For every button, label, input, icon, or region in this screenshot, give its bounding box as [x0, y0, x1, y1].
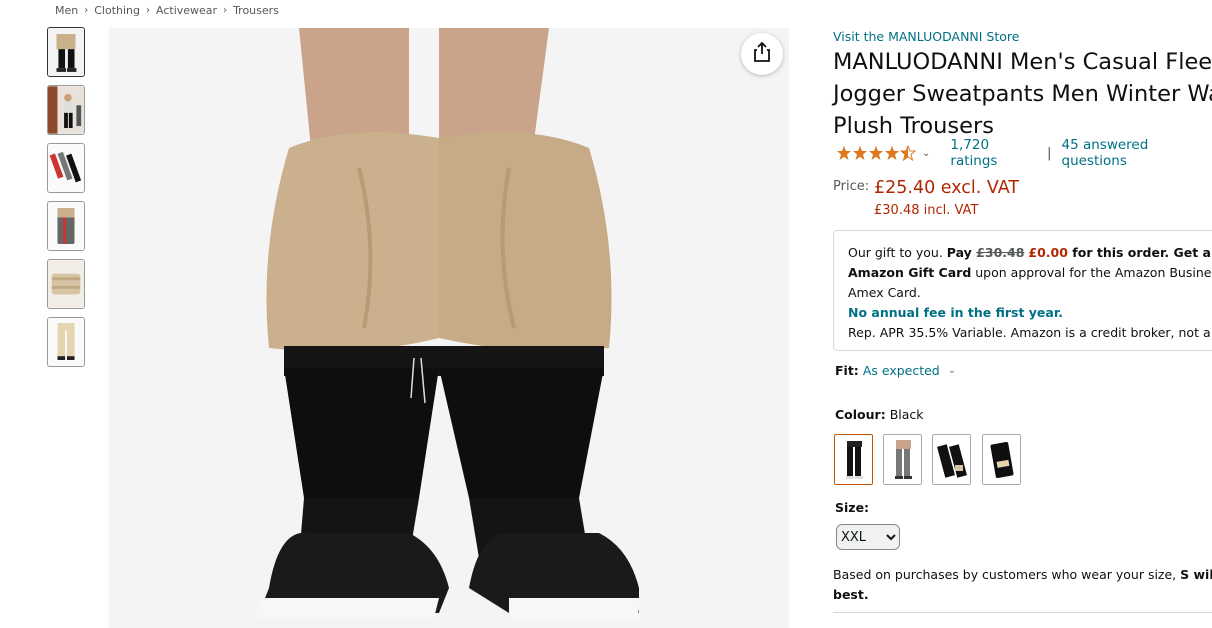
colour-swatch-black-flat[interactable]	[932, 434, 971, 485]
thumbnail-3[interactable]	[47, 143, 85, 193]
offer-apr-text: Rep. APR 35.5% Variable. Amazon is a cre…	[848, 325, 1212, 340]
star-icon	[837, 146, 851, 160]
share-icon	[753, 41, 771, 66]
star-icon	[885, 146, 899, 160]
offer-gift-amount: for this order. Get a £125	[1072, 245, 1212, 260]
store-link[interactable]: Visit the MANLUODANNI Store	[833, 29, 1019, 44]
answered-questions-link[interactable]: 45 answered questions	[1062, 137, 1212, 169]
gift-card-offer[interactable]: Our gift to you. Pay £30.48 £0.00 for th…	[833, 230, 1212, 351]
size-recommendation-text: Based on purchases by customers who wear…	[833, 567, 1181, 582]
colour-swatch-black[interactable]	[834, 434, 873, 485]
breadcrumb-separator: ›	[84, 4, 89, 16]
size-label: Size:	[835, 500, 870, 515]
colour-swatch-black-fleece[interactable]	[982, 434, 1021, 485]
breadcrumb-separator: ›	[223, 4, 228, 16]
thumbnail-6[interactable]	[47, 317, 85, 367]
colour-value: Black	[889, 407, 924, 422]
thumbnail-2[interactable]	[47, 85, 85, 135]
thumbnail-4[interactable]	[47, 201, 85, 251]
offer-free-price: £0.00	[1028, 245, 1068, 260]
ratings-link[interactable]: 1,720 ratings	[950, 137, 1037, 169]
offer-no-annual-fee: No annual fee in the first year.	[848, 305, 1063, 320]
main-product-image[interactable]	[109, 28, 789, 628]
chevron-down-icon[interactable]: ⌄	[948, 365, 956, 376]
price-label: Price:	[833, 179, 870, 194]
breadcrumb: Men › Clothing › Activewear › Trousers	[55, 2, 279, 18]
thumbnail-1[interactable]	[47, 27, 85, 77]
price-incl-vat: £30.48 incl. VAT	[874, 203, 979, 218]
fit-row: Fit: As expected ⌄	[835, 363, 956, 378]
fit-label: Fit:	[835, 363, 859, 378]
colour-swatch-grey[interactable]	[883, 434, 922, 485]
rating-row: ⌄ 1,720 ratings | 45 answered questions	[836, 137, 1212, 169]
offer-pay: Pay	[946, 245, 977, 260]
breadcrumb-separator: ›	[146, 4, 150, 16]
share-button[interactable]	[741, 33, 783, 75]
product-title-line-1: MANLUODANNI Men's Casual Fleece	[833, 49, 1212, 75]
offer-original-price: £30.48	[976, 245, 1025, 260]
star-rating[interactable]	[836, 145, 916, 161]
breadcrumb-clothing[interactable]: Clothing	[94, 4, 140, 17]
fit-value-link[interactable]: As expected	[863, 363, 940, 378]
offer-approval-text: upon approval for the Amazon Business Pr…	[975, 265, 1212, 280]
star-icon	[869, 146, 883, 160]
colour-label: Colour:	[835, 407, 886, 422]
price-excl-vat: £25.40 excl. VAT	[874, 178, 1020, 198]
breadcrumb-men[interactable]: Men	[55, 4, 78, 17]
product-title: MANLUODANNI Men's Casual Fleece Jogger S…	[833, 46, 1212, 142]
offer-intro: Our gift to you.	[848, 245, 947, 260]
chevron-down-icon[interactable]: ⌄	[922, 148, 930, 159]
separator: |	[1046, 145, 1052, 161]
breadcrumb-trousers[interactable]: Trousers	[233, 4, 279, 17]
size-recommendation-best: best.	[833, 587, 869, 602]
size-dropdown[interactable]: XXL	[836, 524, 900, 550]
offer-gift-card: Amazon Gift Card	[848, 265, 972, 280]
colour-row: Colour: Black	[835, 407, 924, 422]
size-recommendation: Based on purchases by customers who wear…	[833, 565, 1212, 605]
size-recommendation-size: S will fit y	[1180, 567, 1212, 582]
star-icon	[853, 146, 867, 160]
offer-card-name: Amex Card.	[848, 285, 921, 300]
breadcrumb-activewear[interactable]: Activewear	[156, 4, 217, 17]
half-star-icon	[900, 145, 916, 161]
product-title-line-2: Jogger Sweatpants Men Winter Wa	[833, 81, 1212, 107]
thumbnail-5[interactable]	[47, 259, 85, 309]
divider	[833, 612, 1212, 613]
